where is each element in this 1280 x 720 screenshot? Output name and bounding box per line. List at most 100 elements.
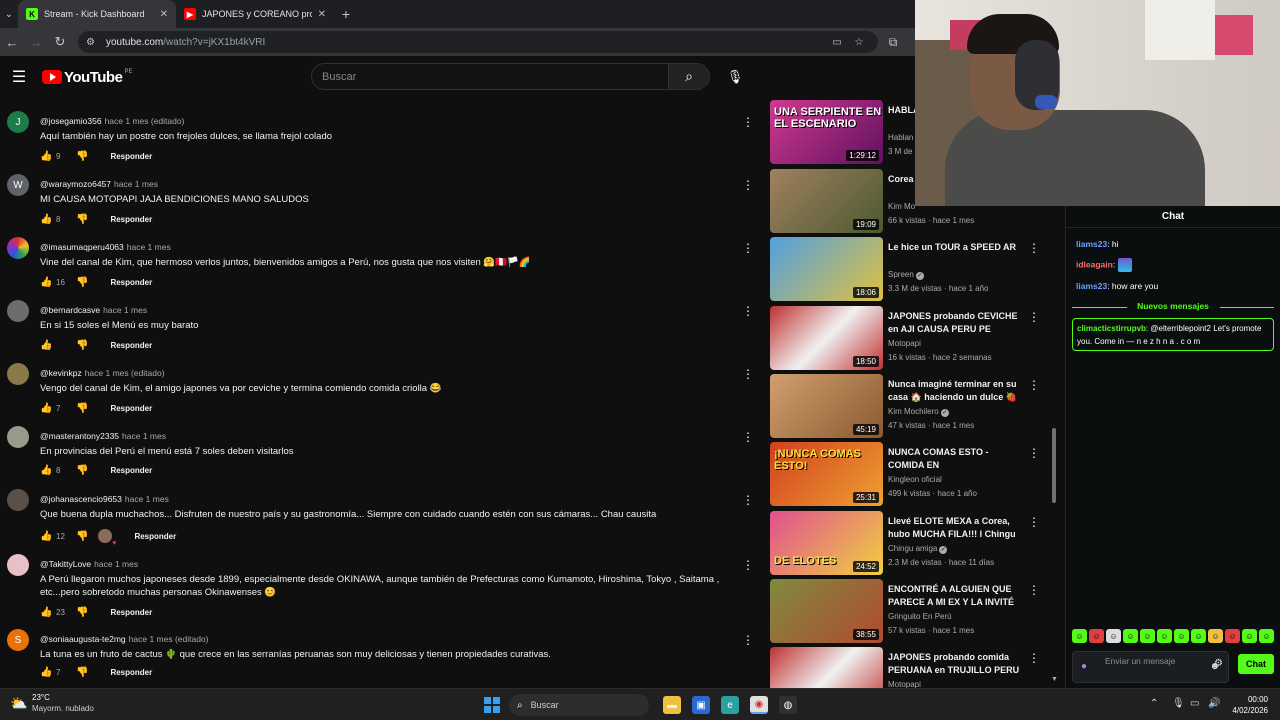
address-bar[interactable]: ⚙ youtube.com/watch?v=jKX1bt4kVRI ▭ ☆ bbox=[78, 31, 878, 53]
back-arrow-icon[interactable]: ← bbox=[0, 28, 24, 56]
avatar[interactable] bbox=[7, 426, 29, 448]
tab-search-chevron-icon[interactable]: ⌄ bbox=[0, 0, 18, 28]
comment-author[interactable]: @waraymozo6457 bbox=[40, 179, 111, 189]
reply-button[interactable]: Responder bbox=[110, 152, 152, 161]
tab-youtube-video[interactable]: ▶ JAPONES y COREANO probando ✕ bbox=[176, 0, 334, 28]
new-messages-divider[interactable]: Nuevos mensajes bbox=[1072, 300, 1274, 314]
channel-name[interactable]: Kingleon oficial bbox=[888, 475, 942, 484]
like-icon[interactable]: 👍 bbox=[40, 340, 52, 351]
like-icon[interactable]: 👍 bbox=[40, 403, 52, 414]
more-options-icon[interactable]: ⋮ bbox=[742, 558, 754, 572]
video-thumbnail[interactable]: UNA SERPIENTE EN EL ESCENARIO 1:29:12 bbox=[770, 100, 883, 164]
windows-start-icon[interactable] bbox=[484, 697, 500, 713]
chat-message-input[interactable]: ● Enviar un mensaje ☻ bbox=[1072, 651, 1229, 683]
video-title[interactable]: JAPONES probando comida PERUANA en TRUJI… bbox=[888, 651, 1023, 677]
related-video[interactable]: 18:06 Le hice un TOUR a SPEED AR Spreen ✓… bbox=[770, 237, 1055, 301]
video-thumbnail[interactable]: DE ELOTES 24:52 bbox=[770, 511, 883, 575]
search-button[interactable]: ⌕ bbox=[668, 63, 710, 90]
system-clock[interactable]: 00:00 4/02/2026 bbox=[1228, 694, 1268, 716]
channel-name[interactable]: Gringuito En Perú bbox=[888, 612, 952, 621]
comment-author[interactable]: @soniaaugusta-te2mg bbox=[40, 634, 126, 644]
reply-button[interactable]: Responder bbox=[110, 608, 152, 617]
more-options-icon[interactable]: ⋮ bbox=[1028, 651, 1040, 665]
channel-name[interactable]: Kim Mochilero ✓ bbox=[888, 407, 949, 417]
comment-time[interactable]: hace 1 mes bbox=[127, 242, 171, 252]
related-video[interactable]: ¡NUNCA COMAS ESTO! 25:31 NUNCA COMAS ESTO… bbox=[770, 442, 1055, 506]
tab-kick-dashboard[interactable]: K Stream - Kick Dashboard ✕ bbox=[18, 0, 176, 28]
video-title[interactable]: NUNCA COMAS ESTO - COMIDA EN SUPERMERCAD… bbox=[888, 446, 1023, 472]
comment-author[interactable]: @kevinkpz bbox=[40, 368, 82, 378]
video-thumbnail[interactable]: ¡NUNCA COMAS ESTO! 25:31 bbox=[770, 442, 883, 506]
dislike-icon[interactable]: 👎 bbox=[76, 277, 88, 288]
more-options-icon[interactable]: ⋮ bbox=[1028, 446, 1040, 460]
youtube-logo[interactable]: YouTube PE bbox=[42, 69, 132, 86]
video-thumbnail[interactable] bbox=[770, 647, 883, 688]
video-title[interactable]: ENCONTRÉ A ALGUIEN QUE PARECE A MI EX Y … bbox=[888, 583, 1023, 609]
comment-author[interactable]: @johanascencio9653 bbox=[40, 494, 122, 504]
reply-button[interactable]: Responder bbox=[134, 532, 176, 541]
bookmark-star-icon[interactable]: ☆ bbox=[848, 37, 870, 48]
emote-icon[interactable]: ☺ bbox=[1174, 629, 1189, 643]
comment-author[interactable]: @TakittyLove bbox=[40, 559, 91, 569]
video-title[interactable]: JAPONES probando CEVICHE en AJI CAUSA PE… bbox=[888, 310, 1023, 336]
comment-time[interactable]: hace 1 mes (editado) bbox=[85, 368, 165, 378]
new-tab-plus-icon[interactable]: + bbox=[334, 6, 358, 22]
more-options-icon[interactable]: ⋮ bbox=[742, 178, 754, 192]
emote-icon[interactable]: ☺ bbox=[1225, 629, 1240, 643]
voice-search-mic-icon[interactable]: 🎙 bbox=[722, 64, 748, 90]
related-video[interactable]: 38:55 ENCONTRÉ A ALGUIEN QUE PARECE A MI… bbox=[770, 579, 1055, 643]
comment-time[interactable]: hace 1 mes bbox=[114, 179, 158, 189]
send-chat-button[interactable]: Chat bbox=[1238, 654, 1274, 674]
comment-time[interactable]: hace 1 mes (editado) bbox=[129, 634, 209, 644]
close-tab-icon[interactable]: ✕ bbox=[160, 9, 168, 20]
like-icon[interactable]: 👍 bbox=[40, 277, 52, 288]
related-video[interactable]: DE ELOTES 24:52 Llevé ELOTE MEXA a Corea,… bbox=[770, 511, 1055, 575]
network-icon[interactable]: ▭ bbox=[1190, 698, 1199, 709]
more-options-icon[interactable]: ⋮ bbox=[742, 115, 754, 129]
volume-icon[interactable]: 🔊 bbox=[1208, 698, 1220, 709]
taskbar-search[interactable]: ⌕ Buscar bbox=[509, 694, 649, 716]
dislike-icon[interactable]: 👎 bbox=[76, 340, 88, 351]
emote-icon[interactable]: ☺ bbox=[1072, 629, 1087, 643]
dislike-icon[interactable]: 👎 bbox=[76, 465, 88, 476]
reply-button[interactable]: Responder bbox=[110, 278, 152, 287]
chat-username[interactable]: liams23 bbox=[1076, 239, 1107, 249]
channel-name[interactable]: Hablan bbox=[888, 133, 913, 142]
show-hidden-icons-chevron-icon[interactable]: ⌃ bbox=[1150, 698, 1158, 709]
edge-browser-icon[interactable]: e bbox=[721, 696, 739, 714]
reply-button[interactable]: Responder bbox=[110, 215, 152, 224]
like-icon[interactable]: 👍 bbox=[40, 214, 52, 225]
chat-username[interactable]: idleagain bbox=[1076, 259, 1113, 269]
reply-button[interactable]: Responder bbox=[110, 341, 152, 350]
forward-arrow-icon[interactable]: → bbox=[24, 28, 48, 56]
video-thumbnail[interactable]: 19:09 bbox=[770, 169, 883, 233]
microphone-icon[interactable]: ● bbox=[1081, 661, 1087, 672]
reply-button[interactable]: Responder bbox=[110, 466, 152, 475]
scroll-down-arrow-icon[interactable]: ▼ bbox=[1051, 676, 1058, 683]
channel-name[interactable]: Chingu amiga ✓ bbox=[888, 544, 948, 554]
video-thumbnail[interactable]: 18:50 bbox=[770, 306, 883, 370]
video-title[interactable]: Llevé ELOTE MEXA a Corea, hubo MUCHA FIL… bbox=[888, 515, 1023, 541]
more-options-icon[interactable]: ⋮ bbox=[742, 304, 754, 318]
comment-time[interactable]: hace 1 mes bbox=[103, 305, 147, 315]
chat-username[interactable]: liams23 bbox=[1076, 281, 1107, 291]
obs-icon[interactable]: ◍ bbox=[779, 696, 797, 714]
hamburger-menu-icon[interactable]: ☰ bbox=[0, 67, 38, 87]
avatar[interactable] bbox=[7, 554, 29, 576]
more-options-icon[interactable]: ⋮ bbox=[1028, 515, 1040, 529]
dislike-icon[interactable]: 👎 bbox=[76, 214, 88, 225]
site-info-icon[interactable]: ⚙ bbox=[86, 37, 100, 48]
dislike-icon[interactable]: 👎 bbox=[76, 531, 88, 542]
close-tab-icon[interactable]: ✕ bbox=[318, 9, 326, 20]
avatar[interactable] bbox=[7, 300, 29, 322]
file-explorer-icon[interactable]: ▬ bbox=[663, 696, 681, 714]
like-icon[interactable]: 👍 bbox=[40, 667, 52, 678]
microphone-tray-icon[interactable]: 🎙 bbox=[1172, 698, 1185, 709]
comment-time[interactable]: hace 1 mes bbox=[122, 431, 166, 441]
search-input[interactable]: Buscar bbox=[311, 63, 669, 90]
more-options-icon[interactable]: ⋮ bbox=[1028, 378, 1040, 392]
dislike-icon[interactable]: 👎 bbox=[76, 403, 88, 414]
store-icon[interactable]: ▣ bbox=[692, 696, 710, 714]
like-icon[interactable]: 👍 bbox=[40, 531, 52, 542]
more-options-icon[interactable]: ⋮ bbox=[1028, 583, 1040, 597]
